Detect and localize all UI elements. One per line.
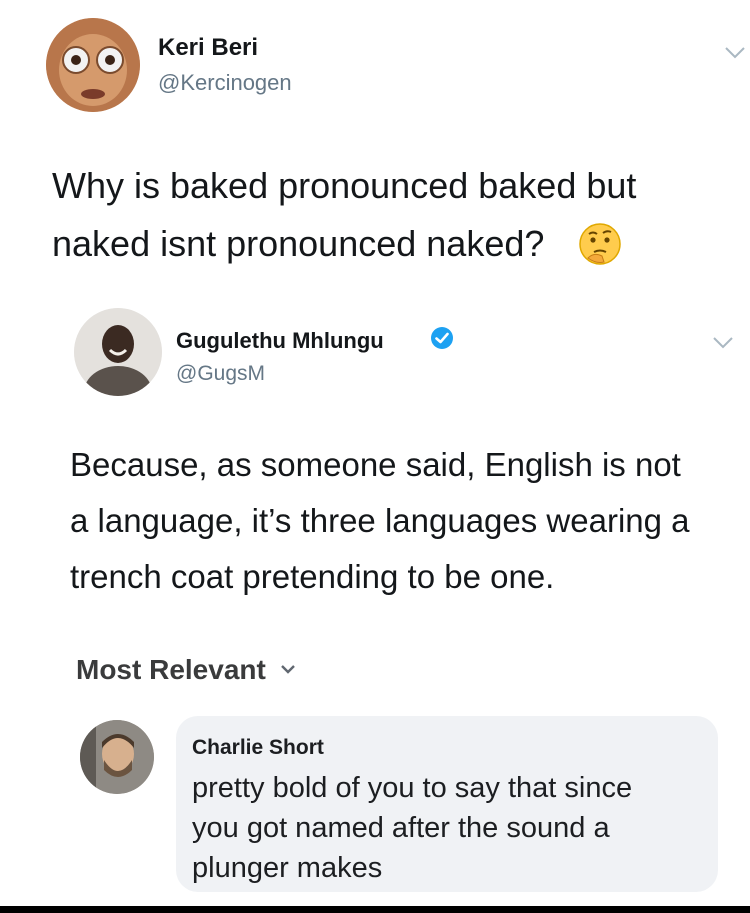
comment-text-line2: you got named after the sound a	[192, 812, 610, 844]
tweet2-text-line2: a language, it’s three languages wearing…	[70, 502, 690, 539]
comment-bubble: Charlie Short pretty bold of you to say …	[176, 716, 718, 892]
tweet1-chevron-down-icon[interactable]	[724, 46, 746, 65]
avatar-face-illustration	[46, 18, 140, 112]
sort-dropdown[interactable]: Most Relevant	[76, 654, 296, 686]
tweet2-text-line1: Because, as someone said, English is not	[70, 446, 681, 483]
avatar-photo-illustration	[74, 308, 162, 396]
avatar-charlie-short[interactable]	[80, 720, 154, 794]
avatar-gugulethu[interactable]	[74, 308, 162, 396]
thinking-face-icon	[578, 222, 622, 266]
comment-text-line3: plunger makes	[192, 852, 383, 884]
chevron-down-icon	[280, 661, 296, 679]
tweet1-author-handle[interactable]: @Kercinogen	[158, 70, 292, 96]
tweet2-text-line3: trench coat pretending to be one.	[70, 558, 555, 595]
verified-badge-icon	[430, 326, 454, 350]
comment-text-line1: pretty bold of you to say that since	[192, 772, 633, 804]
tweet1-text-line2: naked isnt pronounced naked?	[52, 223, 545, 264]
avatar-keri-beri[interactable]	[46, 18, 140, 112]
bottom-divider	[0, 906, 750, 913]
sort-dropdown-label: Most Relevant	[76, 654, 266, 685]
tweet1-author-name[interactable]: Keri Beri	[158, 34, 258, 62]
tweet1-text-line1: Why is baked pronounced baked but	[52, 165, 637, 206]
avatar-photo-illustration	[80, 720, 154, 794]
tweet2-author-handle[interactable]: @GugsM	[176, 362, 265, 386]
tweet2-chevron-down-icon[interactable]	[712, 336, 734, 355]
tweet2-author-name[interactable]: Gugulethu Mhlungu	[176, 328, 384, 354]
comment-author-name[interactable]: Charlie Short	[192, 736, 324, 760]
